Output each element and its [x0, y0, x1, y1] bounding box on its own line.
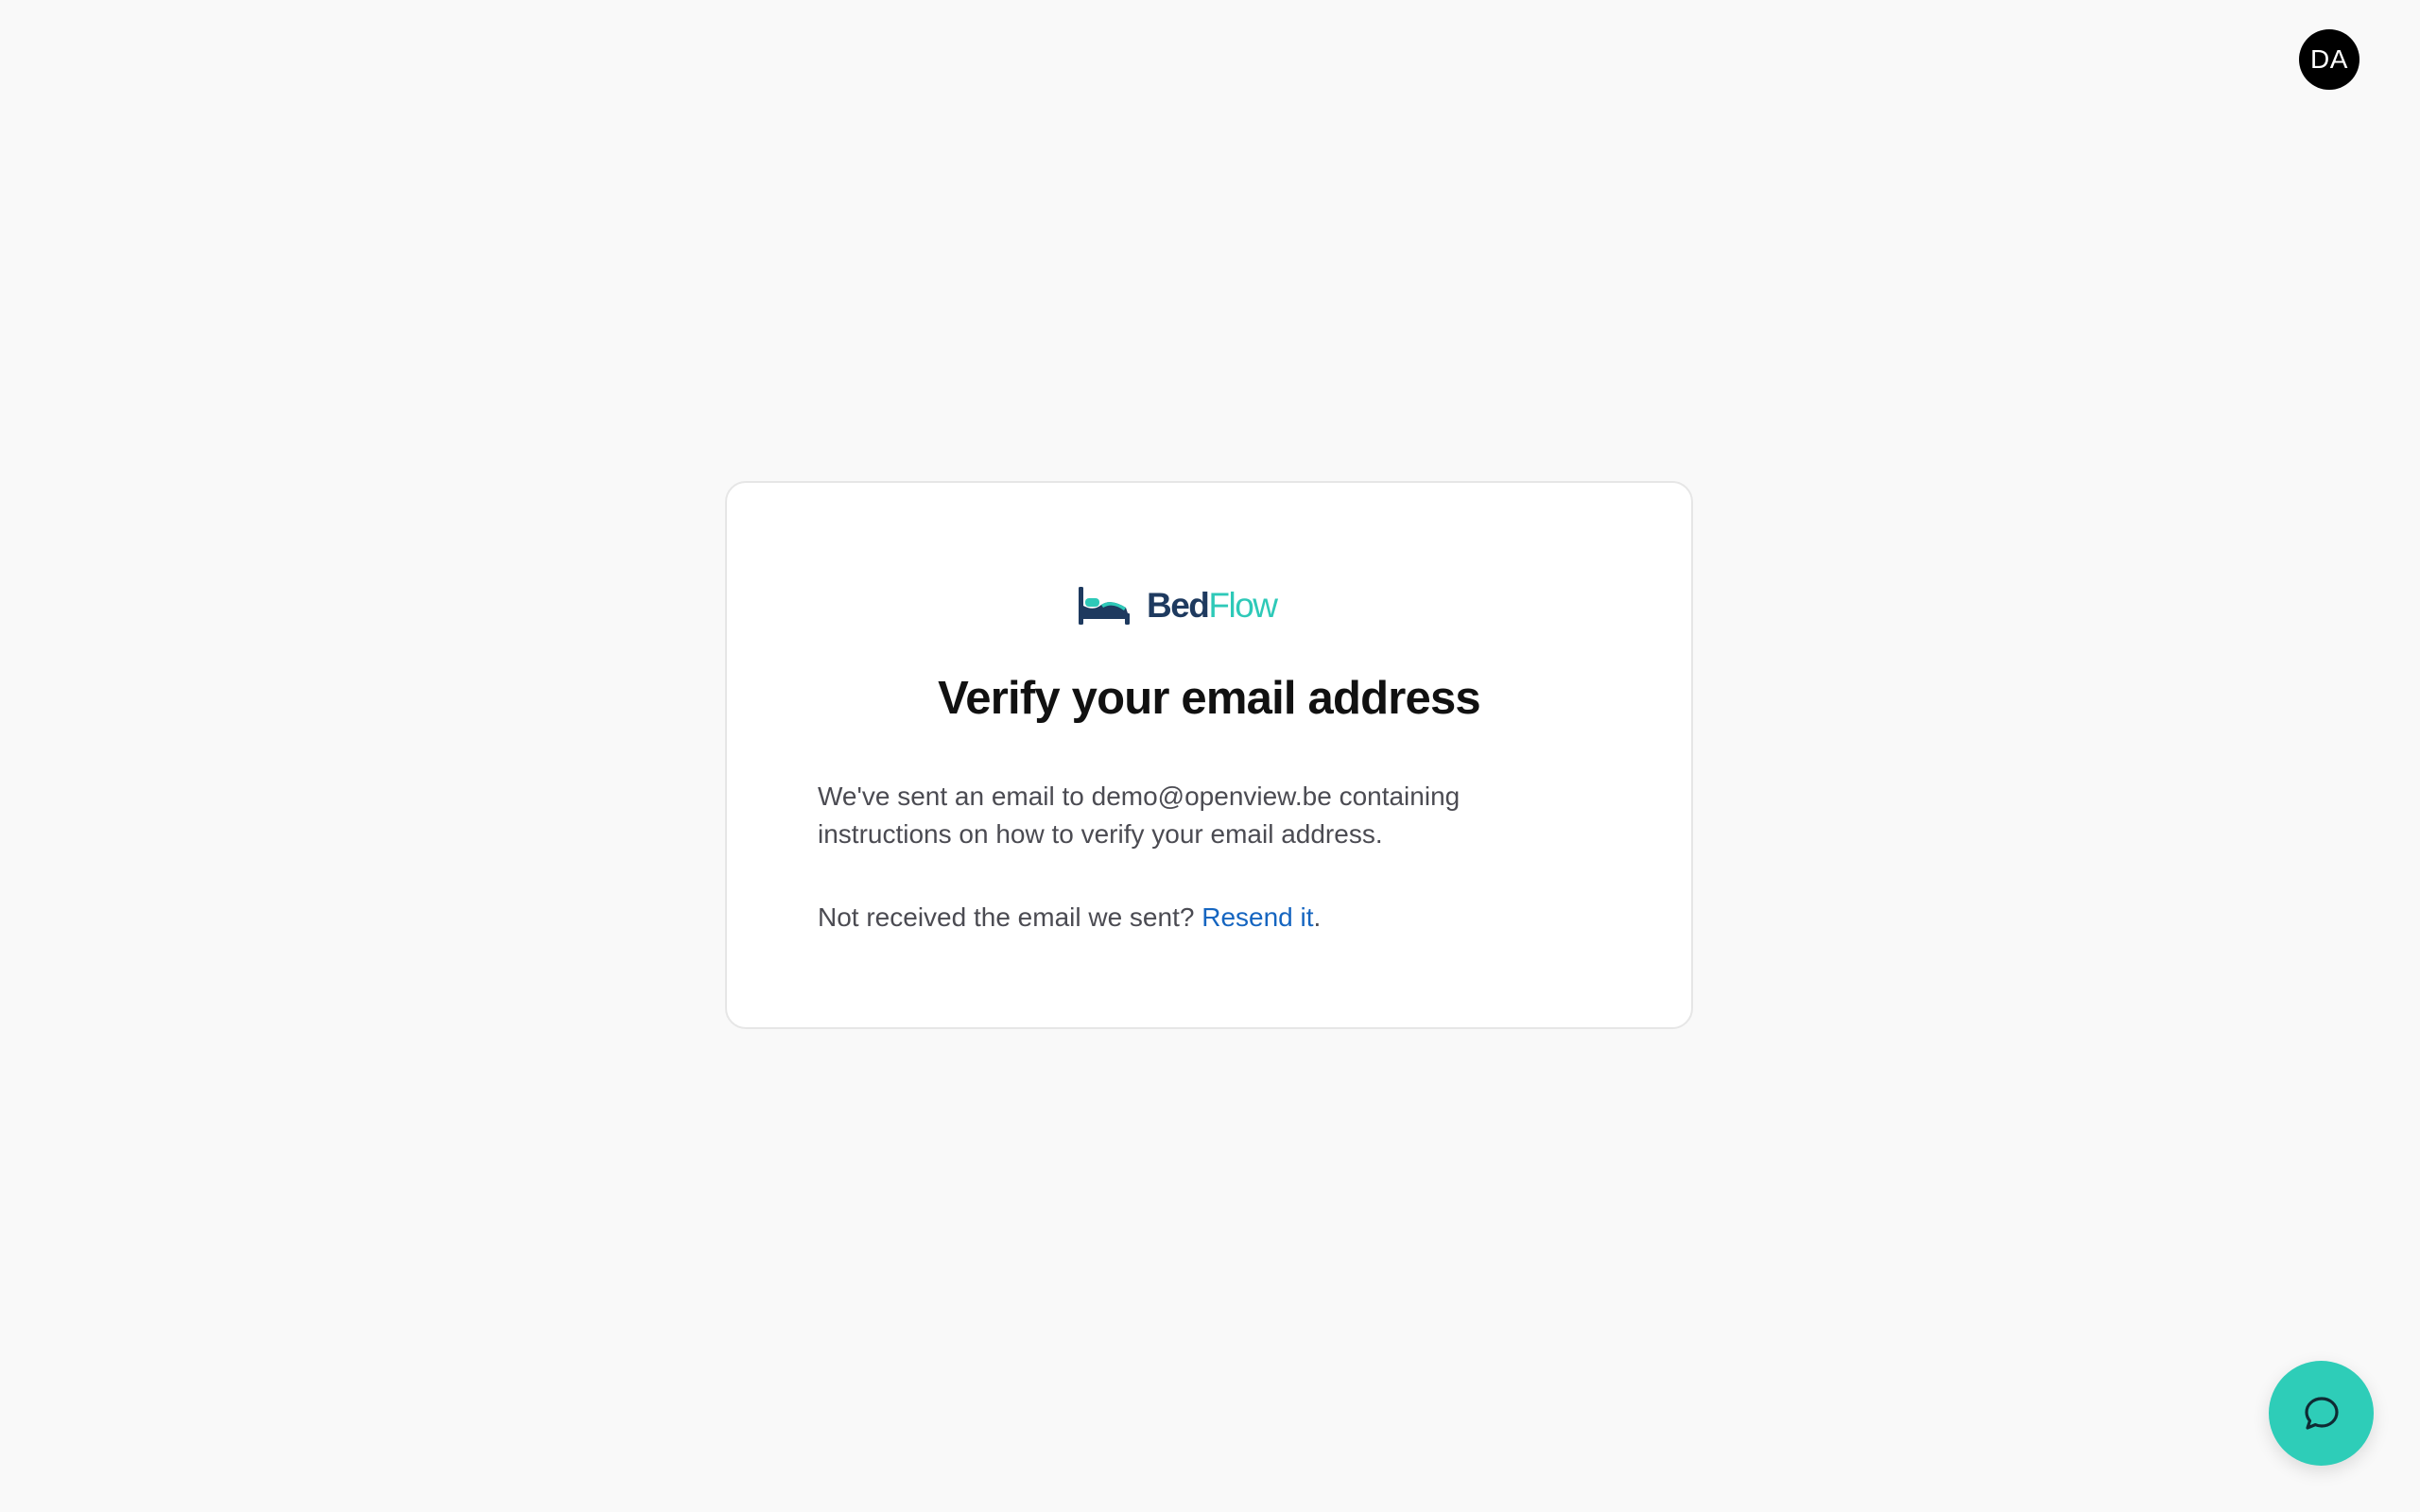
- brand-name-part1: Bed: [1147, 586, 1210, 625]
- resend-link[interactable]: Resend it: [1201, 902, 1313, 932]
- brand-name: BedFlow: [1147, 585, 1278, 627]
- verification-message: We've sent an email to demo@openview.be …: [818, 782, 1461, 849]
- avatar-initials: DA: [2310, 44, 2348, 74]
- user-avatar[interactable]: DA: [2299, 29, 2360, 90]
- bedflow-logo: BedFlow: [1077, 583, 1278, 628]
- chat-bubble-icon: [2304, 1396, 2339, 1430]
- resend-prompt-text: Not received the email we sent?: [818, 902, 1202, 932]
- bed-icon: [1079, 587, 1130, 625]
- resend-prompt: Not received the email we sent? Resend i…: [818, 899, 1321, 936]
- resend-suffix: .: [1313, 902, 1322, 932]
- verify-email-card: BedFlow Verify your email address We've …: [725, 481, 1693, 1029]
- page-title: Verify your email address: [938, 673, 1481, 724]
- chat-button[interactable]: [2269, 1361, 2374, 1466]
- brand-name-part2: Flow: [1208, 586, 1278, 625]
